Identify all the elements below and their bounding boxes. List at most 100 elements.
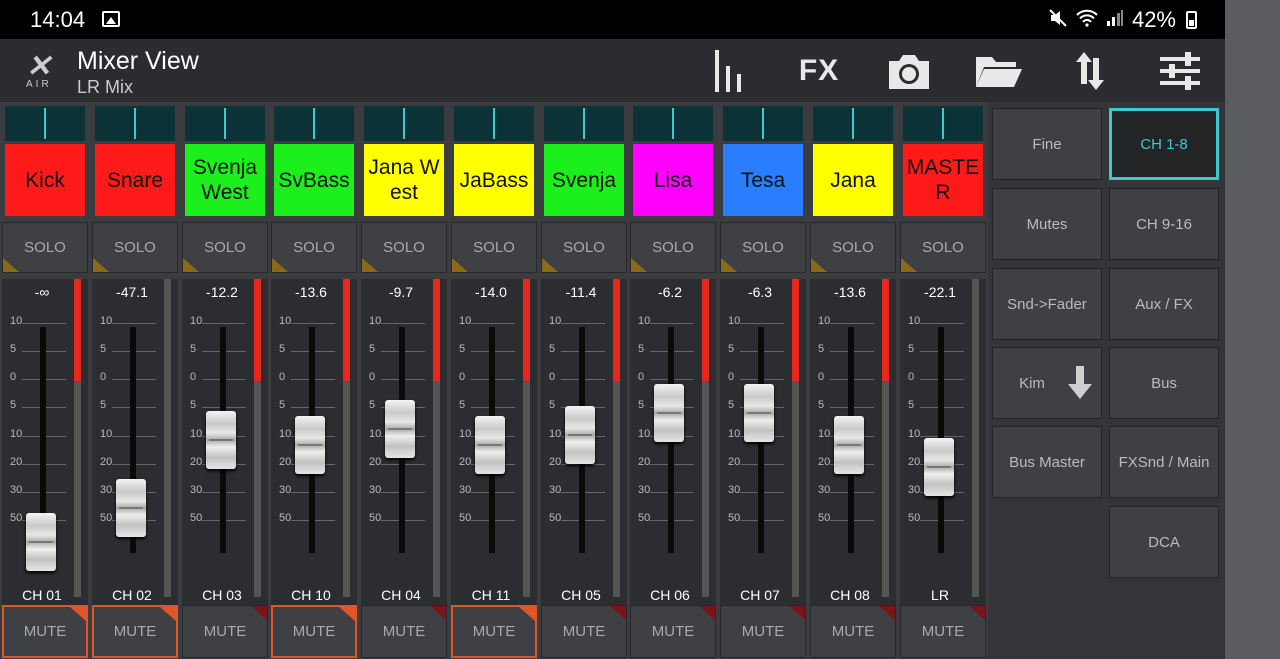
fader-scale-mark: 10 [908, 315, 921, 327]
fader-panel: -13.6 10 5 0 5 10 20 30 50 CH 10 [271, 279, 357, 605]
settings-button[interactable] [1156, 50, 1204, 92]
channel-pan-meter[interactable] [364, 106, 444, 141]
mute-button[interactable]: MUTE [900, 605, 986, 658]
fader-scale-line [740, 323, 784, 324]
solo-button[interactable]: SOLO [92, 222, 178, 273]
fader-scale-mark: 5 [549, 399, 556, 411]
fader-scale-mark: 0 [818, 371, 825, 383]
fader-scale-mark: 50 [549, 512, 562, 524]
mute-button[interactable]: MUTE [92, 605, 178, 658]
channel-name[interactable]: Lisa [633, 144, 713, 216]
channel-label: CH 02 [112, 587, 152, 603]
solo-button[interactable]: SOLO [541, 222, 627, 273]
channel-name[interactable]: Tesa [723, 144, 803, 216]
channel-label: CH 07 [740, 587, 780, 603]
channel-pan-meter[interactable] [95, 106, 175, 141]
meters-button[interactable] [708, 50, 748, 92]
bank-button[interactable]: Aux / FX [1109, 268, 1219, 340]
channel-pan-meter[interactable] [903, 106, 983, 141]
mute-button[interactable]: MUTE [451, 605, 537, 658]
channel-strip: JaBass SOLO -14.0 10 5 0 5 10 20 30 50 CH 11 MU… [450, 102, 538, 659]
channel-pan-meter[interactable] [274, 106, 354, 141]
fader-knob[interactable] [385, 399, 415, 458]
bank-button[interactable]: FXSnd / Main [1109, 426, 1219, 498]
bank-button[interactable]: Snd->Fader [992, 268, 1102, 340]
fader-knob[interactable] [475, 415, 505, 474]
fader-knob[interactable] [295, 415, 325, 474]
channel-strip: Snare SOLO -47.1 10 5 0 5 10 20 30 50 CH 02 MUT… [91, 102, 179, 659]
fader-knob[interactable] [206, 411, 236, 469]
fader-scale-mark: 10 [549, 428, 562, 440]
channel-name[interactable]: SvBass [274, 144, 354, 216]
sliders-settings-icon [1160, 52, 1200, 90]
fader-knob[interactable] [744, 383, 774, 442]
bank-button[interactable]: DCA [1109, 506, 1219, 578]
fader-knob[interactable] [834, 415, 864, 474]
solo-button[interactable]: SOLO [810, 222, 896, 273]
channel-pan-meter[interactable] [185, 106, 265, 141]
solo-button[interactable]: SOLO [271, 222, 357, 273]
bank-button[interactable]: Bus Master [992, 426, 1102, 498]
channel-pan-meter[interactable] [454, 106, 534, 141]
channel-pan-meter[interactable] [5, 106, 85, 141]
channel-strip: Svenja West SOLO -12.2 10 5 0 5 10 20 30 50 CH … [181, 102, 269, 659]
fader-scale-mark: 5 [100, 343, 107, 355]
fader-scale-mark: 10 [369, 315, 382, 327]
solo-button[interactable]: SOLO [451, 222, 537, 273]
signal-icon [1106, 9, 1124, 32]
solo-button[interactable]: SOLO [182, 222, 268, 273]
bank-button[interactable]: CH 1-8 [1109, 108, 1219, 180]
mute-button[interactable]: MUTE [2, 605, 88, 658]
channel-pan-meter[interactable] [723, 106, 803, 141]
bank-button[interactable]: Fine [992, 108, 1102, 180]
fader-scale-mark: 5 [459, 343, 466, 355]
fader-scale-mark: 5 [279, 399, 286, 411]
bank-button[interactable]: Mutes [992, 188, 1102, 260]
channel-pan-meter[interactable] [813, 106, 893, 141]
solo-button[interactable]: SOLO [630, 222, 716, 273]
bank-button[interactable]: Kim [992, 347, 1102, 419]
open-file-button[interactable] [972, 50, 1026, 92]
bank-button[interactable]: CH 9-16 [1109, 188, 1219, 260]
fader-knob[interactable] [565, 406, 595, 465]
fader-knob[interactable] [924, 438, 954, 497]
solo-button[interactable]: SOLO [900, 222, 986, 273]
mute-button[interactable]: MUTE [361, 605, 447, 658]
solo-button[interactable]: SOLO [720, 222, 806, 273]
bank-button[interactable]: Bus [1109, 347, 1219, 419]
sync-button[interactable] [1070, 50, 1110, 92]
channel-pan-meter[interactable] [544, 106, 624, 141]
fader-scale-mark: 10 [369, 428, 382, 440]
mute-button[interactable]: MUTE [182, 605, 268, 658]
bank-button-label: Aux / FX [1135, 295, 1193, 313]
level-meter-fill [882, 279, 889, 381]
fader-scale-mark: 0 [459, 371, 466, 383]
channel-name[interactable]: Kick [5, 144, 85, 216]
channel-name[interactable]: JaBass [454, 144, 534, 216]
fader-scale-mark: 5 [190, 399, 197, 411]
mute-button[interactable]: MUTE [630, 605, 716, 658]
fader-knob[interactable] [116, 478, 146, 537]
channel-name[interactable]: Snare [95, 144, 175, 216]
fader-knob[interactable] [654, 383, 684, 442]
channel-name[interactable]: Svenja West [185, 144, 265, 216]
snapshot-button[interactable] [884, 50, 934, 92]
mute-button[interactable]: MUTE [541, 605, 627, 658]
fader-scale-mark: 5 [190, 343, 197, 355]
mute-button[interactable]: MUTE [271, 605, 357, 658]
solo-button[interactable]: SOLO [361, 222, 447, 273]
solo-button[interactable]: SOLO [2, 222, 88, 273]
mute-button[interactable]: MUTE [720, 605, 806, 658]
channel-name[interactable]: MASTER [903, 144, 983, 216]
fader-knob[interactable] [26, 512, 56, 571]
fader-panel: -6.3 10 5 0 5 10 20 30 50 CH 07 [720, 279, 806, 605]
channel-label: CH 01 [22, 587, 62, 603]
fx-button[interactable]: FX [794, 50, 844, 92]
mute-button[interactable]: MUTE [810, 605, 896, 658]
channel-pan-meter[interactable] [633, 106, 713, 141]
channel-name[interactable]: Jana West [364, 144, 444, 216]
channel-name[interactable]: Jana [813, 144, 893, 216]
channel-name[interactable]: Svenja [544, 144, 624, 216]
fader-scale-mark: 20 [549, 456, 562, 468]
fader-panel: -∞ 10 5 0 5 10 20 30 50 CH 01 [2, 279, 88, 605]
